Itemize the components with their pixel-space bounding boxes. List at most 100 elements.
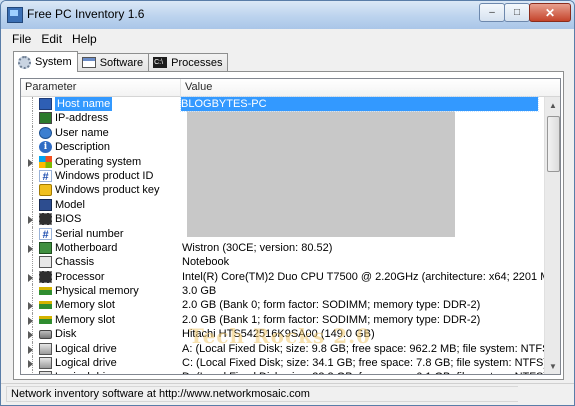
title-bar[interactable]: Free PC Inventory 1.6 – □ ✕ xyxy=(1,1,574,29)
expand-arrow-icon[interactable] xyxy=(28,374,33,375)
parameter-name: Physical memory xyxy=(55,285,139,298)
table-row[interactable]: Operating system xyxy=(21,154,544,169)
expand-arrow-icon[interactable] xyxy=(28,360,33,369)
parameter-value: 2.0 GB (Bank 0; form factor: SODIMM; mem… xyxy=(182,299,481,312)
close-button[interactable]: ✕ xyxy=(529,3,571,22)
table-row[interactable]: Logical drive D: (Local Fixed Disk; size:… xyxy=(21,370,547,375)
key-icon xyxy=(39,184,52,197)
status-text: Network inventory software at http://www… xyxy=(11,388,310,400)
parameter-name: Logical drive xyxy=(55,370,117,374)
table-row[interactable]: IP-address xyxy=(21,111,544,126)
console-icon: C:\ xyxy=(153,57,168,68)
tree-connector-line xyxy=(32,168,33,184)
column-header-parameter[interactable]: Parameter xyxy=(21,79,181,96)
table-row[interactable]: # Windows product ID xyxy=(21,168,544,184)
drive-icon xyxy=(39,342,52,355)
parameter-name: Windows product key xyxy=(55,184,160,197)
scroll-thumb[interactable] xyxy=(547,116,560,172)
expand-arrow-icon[interactable] xyxy=(28,302,33,311)
system-info-list[interactable]: Parameter Value Host name BLOGBYTES-PC IP-… xyxy=(20,78,561,375)
table-row[interactable]: i Description xyxy=(21,140,544,155)
table-row[interactable]: # Serial number xyxy=(21,226,544,241)
app-window: Free PC Inventory 1.6 – □ ✕ File Edit He… xyxy=(0,0,575,406)
ram-module-icon xyxy=(39,315,52,324)
parameter-name: Memory slot xyxy=(55,313,115,326)
parameter-value: Wistron (30CE; version: 80.52) xyxy=(182,241,333,254)
table-row[interactable]: Host name BLOGBYTES-PC xyxy=(21,95,544,113)
expand-arrow-icon[interactable] xyxy=(28,331,33,340)
scroll-up-arrow-icon[interactable]: ▲ xyxy=(545,97,560,113)
column-header-value[interactable]: Value xyxy=(181,79,545,96)
parameter-name: IP-address xyxy=(55,112,109,125)
tree-connector-line xyxy=(32,97,33,112)
menu-help[interactable]: Help xyxy=(67,30,102,48)
parameter-name: Host name xyxy=(55,97,113,112)
gear-icon xyxy=(18,55,31,69)
expand-arrow-icon[interactable] xyxy=(28,216,33,225)
table-row[interactable]: Chassis Notebook xyxy=(21,255,544,270)
window-icon xyxy=(81,57,96,68)
parameter-name: BIOS xyxy=(55,213,82,226)
memory-icon xyxy=(39,287,52,296)
parameter-name: Serial number xyxy=(55,227,124,240)
tree-connector-line xyxy=(32,197,33,213)
expand-arrow-icon[interactable] xyxy=(28,158,33,167)
table-row[interactable]: Model xyxy=(21,197,544,213)
chip-icon xyxy=(39,213,52,226)
chassis-icon xyxy=(39,256,52,269)
minimize-button[interactable]: – xyxy=(479,3,505,22)
parameter-value: Notebook xyxy=(182,256,230,269)
parameter-name: Logical drive xyxy=(55,342,117,355)
tree-connector-line xyxy=(32,125,33,141)
expand-arrow-icon[interactable] xyxy=(28,316,33,325)
tab-strip: System Software C:\ Processes xyxy=(13,51,229,72)
computer-model-icon xyxy=(39,198,52,211)
tree-connector-line xyxy=(32,370,33,374)
table-row[interactable]: User name xyxy=(21,125,544,141)
tree-connector-line xyxy=(32,111,33,126)
info-icon: i xyxy=(39,141,52,154)
app-icon xyxy=(7,7,23,23)
status-bar: Network inventory software at http://www… xyxy=(1,383,574,405)
ram-module-icon xyxy=(39,301,52,310)
table-row[interactable]: BIOS xyxy=(21,212,544,227)
tree-connector-line xyxy=(32,255,33,270)
vertical-scrollbar[interactable]: ▲ ▼ xyxy=(544,97,560,374)
parameter-name: Memory slot xyxy=(55,299,115,312)
parameter-name: Chassis xyxy=(55,256,95,269)
table-row[interactable]: Memory slot 2.0 GB (Bank 0; form factor: … xyxy=(21,298,544,313)
parameter-value: C: (Local Fixed Disk; size: 34.1 GB; fre… xyxy=(182,357,547,370)
monitor-icon xyxy=(39,98,52,110)
system-tab-panel: Parameter Value Host name BLOGBYTES-PC IP-… xyxy=(13,71,564,380)
parameter-name: Processor xyxy=(55,270,105,283)
parameter-name: User name xyxy=(55,126,109,139)
parameter-name: Description xyxy=(55,141,111,154)
hash-icon: # xyxy=(39,169,52,183)
network-icon xyxy=(39,112,52,125)
menu-bar: File Edit Help xyxy=(1,29,574,49)
expand-arrow-icon[interactable] xyxy=(28,345,33,354)
menu-file[interactable]: File xyxy=(7,30,36,48)
scroll-down-arrow-icon[interactable]: ▼ xyxy=(545,358,560,374)
table-row[interactable]: Physical memory 3.0 GB xyxy=(21,284,544,299)
expand-arrow-icon[interactable] xyxy=(28,244,33,253)
table-row[interactable]: Logical drive C: (Local Fixed Disk; size:… xyxy=(21,356,547,371)
table-row[interactable]: Processor Intel(R) Core(TM)2 Duo CPU T750… xyxy=(21,269,560,285)
parameter-name: Disk xyxy=(55,328,77,341)
tab-system[interactable]: System xyxy=(13,51,78,72)
expand-arrow-icon[interactable] xyxy=(28,273,33,282)
table-row[interactable]: Motherboard Wistron (30CE; version: 80.52… xyxy=(21,240,544,256)
user-icon xyxy=(39,126,52,139)
menu-edit[interactable]: Edit xyxy=(36,30,67,48)
tab-system-label: System xyxy=(35,56,72,68)
tab-processes[interactable]: C:\ Processes xyxy=(148,53,229,71)
tab-software[interactable]: Software xyxy=(76,53,150,71)
maximize-button[interactable]: □ xyxy=(504,3,530,22)
watermark: Tech Rocks 2.0 xyxy=(189,324,372,348)
window-title: Free PC Inventory 1.6 xyxy=(27,7,145,21)
table-row[interactable]: Windows product key xyxy=(21,183,544,198)
processor-icon xyxy=(39,270,52,283)
tree-connector-line xyxy=(32,226,33,241)
hash-icon: # xyxy=(39,227,52,241)
windows-logo-icon xyxy=(39,155,52,168)
